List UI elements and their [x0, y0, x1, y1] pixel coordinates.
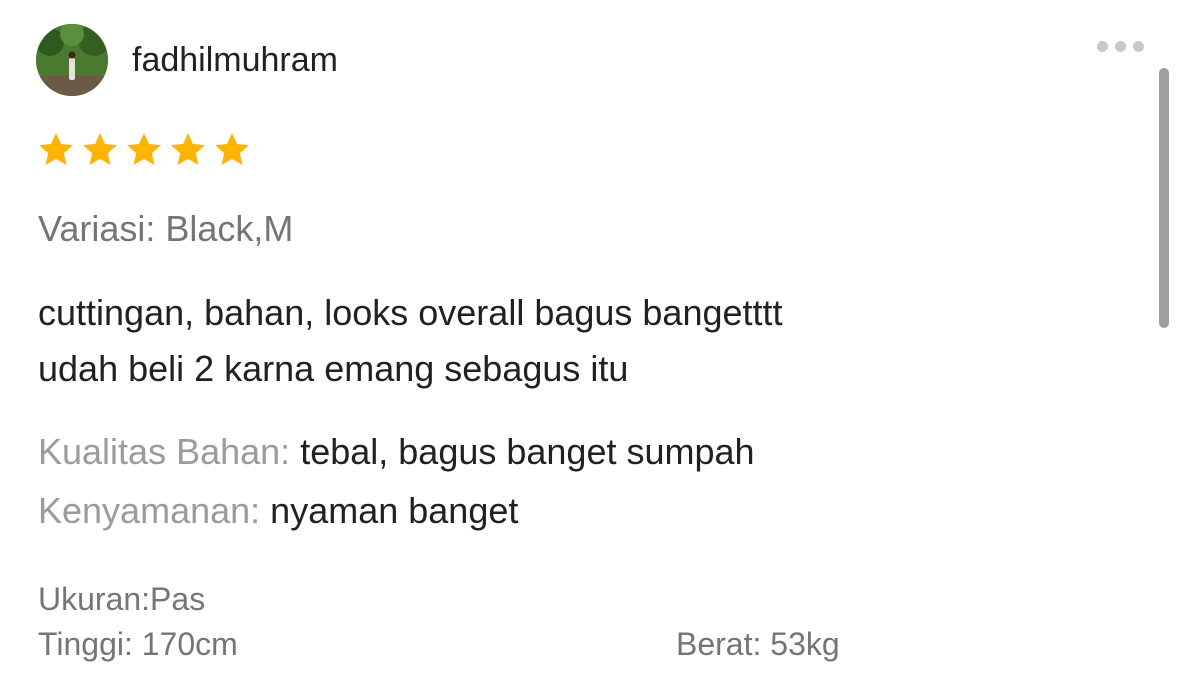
- review-text-line: cuttingan, bahan, looks overall bagus ba…: [38, 292, 783, 333]
- scrollbar-thumb[interactable]: [1159, 68, 1169, 328]
- star-icon: [212, 130, 252, 170]
- variant-label: Variasi: Black,M: [38, 208, 294, 249]
- review-text-line: udah beli 2 karna emang sebagus itu: [38, 348, 629, 389]
- star-icon: [36, 130, 76, 170]
- review-card: fadhilmuhram Variasi: Black,M cuttingan,…: [0, 0, 1179, 682]
- fit-size: Ukuran:Pas: [38, 581, 206, 617]
- star-icon: [80, 130, 120, 170]
- attribute-label: Kenyamanan:: [38, 490, 261, 531]
- user-avatar[interactable]: [36, 24, 108, 96]
- star-rating: [36, 130, 252, 170]
- attribute-material-quality: Kualitas Bahan: tebal, bagus banget sump…: [38, 430, 755, 474]
- username[interactable]: fadhilmuhram: [132, 40, 338, 80]
- more-horizontal-icon: [1096, 40, 1108, 52]
- review-text: cuttingan, bahan, looks overall bagus ba…: [38, 285, 783, 397]
- more-horizontal-icon: [1132, 40, 1144, 52]
- attribute-comfort: Kenyamanan: nyaman banget: [38, 489, 518, 533]
- star-icon: [168, 130, 208, 170]
- attribute-label: Kualitas Bahan:: [38, 431, 291, 472]
- attribute-value: tebal, bagus banget sumpah: [300, 431, 755, 472]
- more-options-button[interactable]: [1090, 34, 1150, 58]
- star-icon: [124, 130, 164, 170]
- attribute-value: nyaman banget: [270, 490, 519, 531]
- fit-weight: Berat: 53kg: [676, 626, 840, 662]
- user-avatar-photo: [36, 24, 108, 96]
- fit-height: Tinggi: 170cm: [38, 626, 238, 662]
- more-horizontal-icon: [1114, 40, 1126, 52]
